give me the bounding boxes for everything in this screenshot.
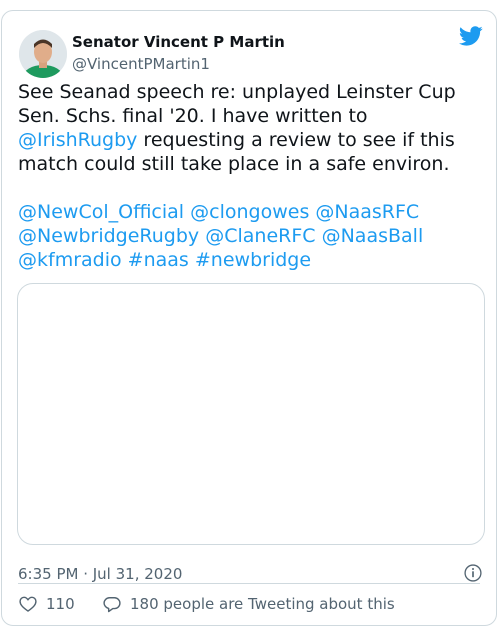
like-count: 110: [46, 595, 75, 613]
hashtag-link[interactable]: #newbridge: [195, 249, 311, 271]
mention-link[interactable]: @NaasBall: [322, 225, 424, 247]
twitter-bird-icon[interactable]: [459, 24, 483, 48]
divider: [18, 583, 480, 584]
author-handle[interactable]: @VincentPMartin1: [72, 55, 210, 73]
mentions-row: @kfmradio #naas #newbridge: [18, 248, 486, 272]
tweet-card: Senator Vincent P Martin @VincentPMartin…: [1, 10, 497, 626]
mentions-row: @NewCol_Official @clongowes @NaasRFC: [18, 200, 486, 224]
info-icon[interactable]: [463, 563, 483, 583]
avatar-image: [19, 30, 67, 78]
tweet-line: @IrishRugby requesting a review to see i…: [18, 128, 486, 152]
heart-icon: [19, 596, 37, 612]
like-button[interactable]: 110: [18, 594, 75, 614]
mention-link[interactable]: @NaasRFC: [315, 201, 419, 223]
author-name[interactable]: Senator Vincent P Martin: [72, 33, 285, 51]
media-card[interactable]: [17, 283, 485, 545]
mention-link[interactable]: @kfmradio: [18, 249, 122, 271]
tweet-line: match could still take place in a safe e…: [18, 153, 450, 175]
conversation-link[interactable]: 180 people are Tweeting about this: [102, 594, 395, 614]
tweet-line: See Seanad speech re: unplayed Leinster …: [18, 81, 456, 103]
hashtag-link[interactable]: #naas: [128, 249, 189, 271]
mention-link[interactable]: @IrishRugby: [18, 129, 137, 151]
tweet-line: Sen. Schs. final '20. I have written to: [18, 105, 368, 127]
timestamp[interactable]: 6:35 PM · Jul 31, 2020: [18, 565, 182, 583]
tweet-text: See Seanad speech re: unplayed Leinster …: [18, 80, 486, 272]
avatar[interactable]: [19, 30, 67, 78]
mention-link[interactable]: @clongowes: [190, 201, 309, 223]
mention-link[interactable]: @NewbridgeRugby: [18, 225, 199, 247]
mentions-row: @NewbridgeRugby @ClaneRFC @NaasBall: [18, 224, 486, 248]
speech-bubble-icon: [103, 597, 121, 613]
mention-link[interactable]: @ClaneRFC: [205, 225, 315, 247]
mention-link[interactable]: @NewCol_Official: [18, 201, 184, 223]
tweet-text-segment: requesting a review to see if this: [137, 129, 455, 151]
conversation-text: 180 people are Tweeting about this: [130, 595, 395, 613]
